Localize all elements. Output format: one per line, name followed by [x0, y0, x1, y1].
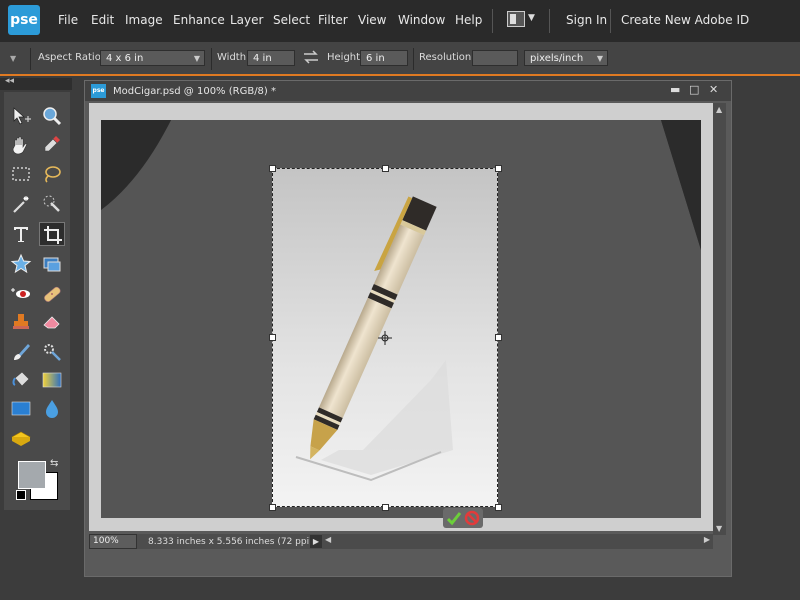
crop-handle-se[interactable] [495, 504, 502, 511]
options-menu-icon[interactable]: ▼ [10, 54, 16, 63]
chevron-down-icon: ▼ [596, 54, 603, 63]
hand-tool-icon[interactable] [8, 132, 34, 156]
chevron-down-icon: ▼ [193, 54, 200, 63]
crop-handle-n[interactable] [382, 165, 389, 172]
crop-handle-ne[interactable] [495, 165, 502, 172]
red-eye-icon[interactable] [8, 282, 34, 306]
aspect-ratio-select[interactable]: 4 x 6 in ▼ [100, 50, 205, 66]
resolution-units-select[interactable]: pixels/inch ▼ [524, 50, 608, 66]
app-logo: pse [8, 5, 40, 35]
toolbox-header[interactable]: ◂◂ [0, 76, 72, 90]
gradient-icon[interactable] [39, 368, 65, 392]
document-title-bar[interactable]: pse ModCigar.psd @ 100% (RGB/8) * ▬ □ ✕ [85, 81, 731, 101]
chevron-down-icon[interactable]: ▼ [528, 13, 535, 23]
aspect-ratio-value: 4 x 6 in [106, 53, 144, 64]
shape-tool-icon[interactable] [8, 396, 34, 420]
commit-check-icon[interactable] [446, 510, 462, 526]
crop-handle-w[interactable] [269, 334, 276, 341]
swap-dimensions-icon[interactable] [302, 48, 320, 68]
cancel-crop-icon[interactable] [464, 510, 480, 526]
move-tool-icon[interactable] [8, 104, 34, 128]
resolution-field[interactable] [472, 50, 518, 66]
sponge-tool-icon[interactable] [8, 426, 34, 450]
menu-select[interactable]: Select [273, 13, 310, 27]
menu-file[interactable]: File [58, 13, 78, 27]
crop-action-bar [443, 508, 483, 528]
toolbox [4, 92, 70, 510]
close-icon[interactable]: ✕ [709, 83, 718, 96]
create-adobe-id-link[interactable]: Create New Adobe ID [621, 13, 749, 27]
height-field[interactable]: 6 in [360, 50, 408, 66]
width-field[interactable]: 4 in [247, 50, 295, 66]
zoom-tool-icon[interactable] [39, 104, 65, 128]
crop-handle-s[interactable] [382, 504, 389, 511]
options-divider [30, 48, 31, 70]
scroll-left-icon[interactable]: ◀ [325, 535, 331, 544]
menu-bar: pse File Edit Image Enhance Layer Select… [0, 0, 800, 42]
vertical-scrollbar[interactable]: ▲ ▼ [713, 103, 726, 535]
options-divider [211, 48, 212, 70]
eyedropper-tool-icon[interactable] [39, 132, 65, 156]
width-value: 4 in [253, 53, 272, 64]
straighten-tool-icon[interactable] [39, 252, 65, 276]
menu-edit[interactable]: Edit [91, 13, 114, 27]
menu-view[interactable]: View [358, 13, 386, 27]
crop-tool-icon[interactable] [39, 222, 65, 246]
resolution-label: Resolution: [419, 52, 475, 63]
foreground-color-swatch[interactable] [18, 461, 46, 489]
menu-divider [492, 9, 493, 33]
menu-image[interactable]: Image [125, 13, 163, 27]
collapse-icon[interactable]: ◂◂ [5, 76, 14, 86]
horizontal-scrollbar[interactable]: ◀ ▶ [322, 534, 713, 549]
crop-center-icon [378, 330, 392, 345]
zoom-level-field[interactable]: 100% [89, 534, 137, 549]
menu-layer[interactable]: Layer [230, 13, 263, 27]
width-label: Width: [217, 52, 250, 63]
lasso-tool-icon[interactable] [39, 162, 65, 186]
type-tool-icon[interactable] [8, 222, 34, 246]
resolution-units-value: pixels/inch [530, 53, 584, 64]
menu-filter[interactable]: Filter [318, 13, 348, 27]
eraser-icon[interactable] [39, 310, 65, 334]
height-value: 6 in [366, 53, 385, 64]
quick-selection-icon[interactable] [39, 192, 65, 216]
crop-handle-nw[interactable] [269, 165, 276, 172]
rectangular-marquee-icon[interactable] [8, 162, 34, 186]
smart-brush-icon[interactable] [39, 340, 65, 364]
magic-wand-icon[interactable] [8, 192, 34, 216]
swap-colors-icon[interactable]: ⇆ [50, 458, 58, 469]
menu-window[interactable]: Window [398, 13, 445, 27]
cookie-cutter-icon[interactable] [8, 252, 34, 276]
minimize-icon[interactable]: ▬ [670, 83, 680, 96]
tool-options-bar: ▼ Aspect Ratio: 4 x 6 in ▼ Width: 4 in H… [0, 42, 800, 76]
clone-stamp-icon[interactable] [8, 310, 34, 334]
pse-doc-icon: pse [91, 84, 106, 98]
blur-tool-icon[interactable] [39, 396, 65, 420]
sign-in-link[interactable]: Sign In [566, 13, 607, 27]
aspect-ratio-label: Aspect Ratio: [38, 52, 105, 63]
scroll-down-icon[interactable]: ▼ [716, 524, 722, 533]
brush-icon[interactable] [8, 340, 34, 364]
menu-divider [610, 9, 611, 33]
document-info: 8.333 inches x 5.556 inches (72 ppi) [148, 537, 313, 547]
paint-bucket-icon[interactable] [8, 368, 34, 392]
options-divider [413, 48, 414, 70]
maximize-icon[interactable]: □ [689, 83, 699, 96]
height-label: Height: [327, 52, 364, 63]
status-menu-icon[interactable]: ▶ [310, 535, 322, 548]
crop-handle-e[interactable] [495, 334, 502, 341]
scroll-up-icon[interactable]: ▲ [716, 105, 722, 114]
document-title: ModCigar.psd @ 100% (RGB/8) * [113, 86, 277, 97]
spot-healing-icon[interactable] [39, 282, 65, 306]
scroll-right-icon[interactable]: ▶ [704, 535, 710, 544]
menu-enhance[interactable]: Enhance [173, 13, 225, 27]
default-colors-icon[interactable] [16, 490, 26, 500]
crop-handle-sw[interactable] [269, 504, 276, 511]
menu-help[interactable]: Help [455, 13, 482, 27]
arrange-layout-icon[interactable] [507, 11, 525, 27]
menu-divider [549, 9, 550, 33]
